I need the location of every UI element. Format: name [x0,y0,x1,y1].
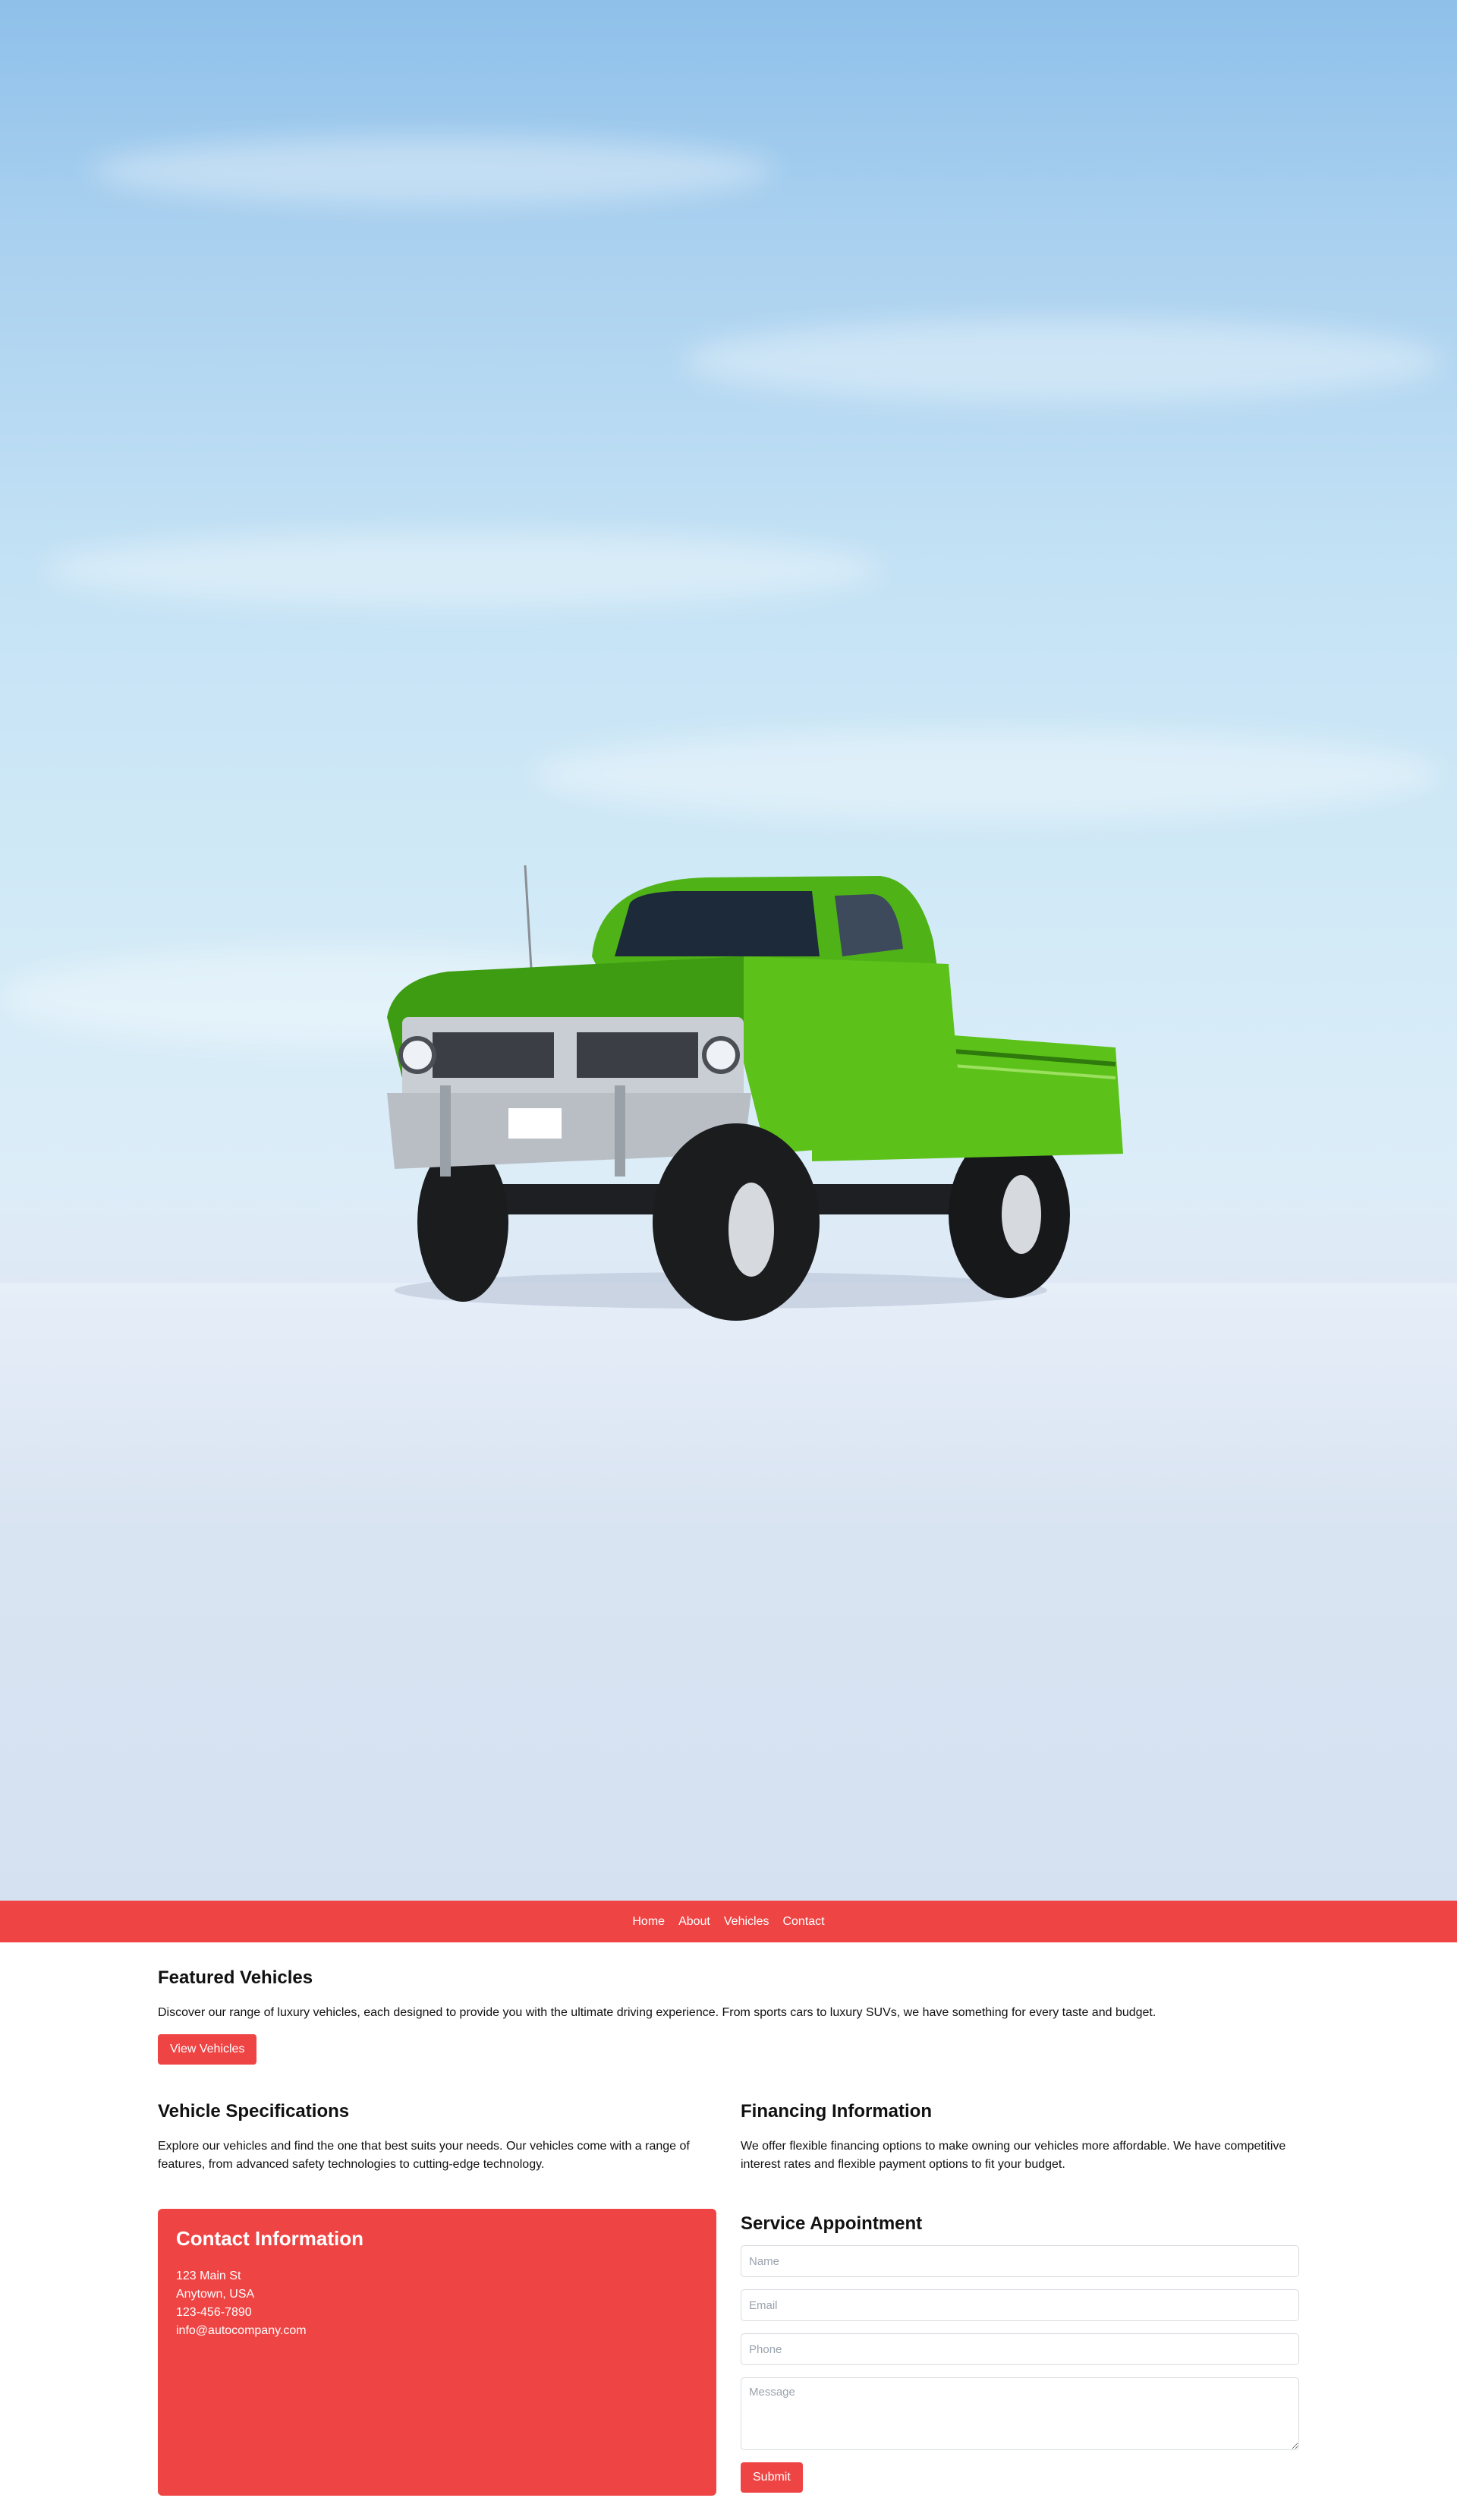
submit-button[interactable]: Submit [741,2462,803,2493]
featured-text: Discover our range of luxury vehicles, e… [158,2006,1156,2019]
nav-contact-link[interactable]: Contact [782,1915,824,1929]
cloud-streak [683,319,1442,402]
hero-image [0,0,1457,1901]
specs-text: Explore our vehicles and find the one th… [158,2140,690,2171]
featured-section: Featured Vehicles Discover our range of … [158,1967,1299,2065]
specs-title: Vehicle Specifications [158,2101,350,2122]
cloud-streak [46,531,880,607]
financing-title: Financing Information [741,2101,932,2122]
contact-address: 123 Main St [176,2270,241,2282]
nav-vehicles-link[interactable]: Vehicles [724,1915,769,1929]
main-nav: Home About Vehicles Contact [0,1901,1457,1942]
contact-city: Anytown, USA [176,2288,255,2301]
snow-ground [0,1283,1457,1901]
contact-email: info@autocompany.com [176,2324,307,2337]
service-form: Service Appointment Submit [741,2209,1299,2496]
cloud-streak [531,729,1442,820]
cloud-streak [91,137,774,205]
service-title: Service Appointment [741,2213,923,2234]
name-input[interactable] [741,2245,1299,2277]
contact-card: Contact Information 123 Main St Anytown,… [158,2209,716,2496]
contact-title: Contact Information [176,2227,363,2250]
nav-about-link[interactable]: About [678,1915,710,1929]
financing-column: Financing Information We offer flexible … [741,2101,1299,2174]
nav-home-link[interactable]: Home [632,1915,665,1929]
message-textarea[interactable] [741,2377,1299,2450]
contact-phone: 123-456-7890 [176,2306,252,2319]
info-columns: Vehicle Specifications Explore our vehic… [158,2101,1299,2174]
featured-title: Featured Vehicles [158,1967,313,1988]
email-input[interactable] [741,2289,1299,2321]
truck-illustration [387,865,1123,1321]
view-vehicles-button[interactable]: View Vehicles [158,2034,257,2065]
front-tire [653,1123,820,1321]
contact-service-section: Contact Information 123 Main St Anytown,… [158,2209,1299,2496]
financing-text: We offer flexible financing options to m… [741,2140,1286,2171]
specs-column: Vehicle Specifications Explore our vehic… [158,2101,716,2174]
phone-input[interactable] [741,2333,1299,2365]
